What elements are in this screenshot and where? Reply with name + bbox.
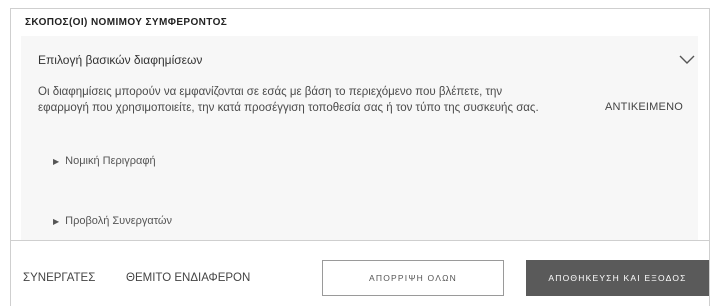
legal-description-expander[interactable]: ▶ Νομική Περιγραφή	[53, 155, 156, 167]
view-partners-label: Προβολή Συνεργατών	[65, 215, 172, 227]
chevron-down-icon[interactable]	[678, 50, 696, 68]
purpose-object-label[interactable]: ΑΝΤΙΚΕΙΜΕΝΟ	[605, 101, 683, 113]
footer-bar: ΣΥΝΕΡΓΑΤΕΣ ΘΕΜΙΤΟ ΕΝΔΙΑΦΕΡΟΝ ΑΠΟΡΡΙΨΗ ΟΛ…	[10, 240, 710, 306]
caret-right-icon: ▶	[53, 156, 60, 166]
purpose-card: Επιλογή βασικών διαφημίσεων Οι διαφημίσε…	[21, 36, 698, 242]
partners-link[interactable]: ΣΥΝΕΡΓΑΤΕΣ	[23, 272, 95, 284]
purposes-panel: ΣΚΟΠΟΣ(ΟΙ) ΝΟΜΙΜΟΥ ΣΥΜΦΕΡΟΝΤΟΣ Επιλογή β…	[10, 8, 710, 242]
legal-description-label: Νομική Περιγραφή	[65, 155, 156, 167]
caret-right-icon: ▶	[53, 216, 60, 226]
purpose-title: Επιλογή βασικών διαφημίσεων	[38, 53, 203, 67]
view-partners-expander[interactable]: ▶ Προβολή Συνεργατών	[53, 215, 172, 227]
section-title: ΣΚΟΠΟΣ(ΟΙ) ΝΟΜΙΜΟΥ ΣΥΜΦΕΡΟΝΤΟΣ	[25, 17, 228, 28]
reject-all-button[interactable]: ΑΠΟΡΡΙΨΗ ΟΛΩΝ	[322, 260, 504, 296]
legitimate-interest-link[interactable]: ΘΕΜΙΤΟ ΕΝΔΙΑΦΕΡΟΝ	[126, 272, 250, 284]
save-and-exit-button[interactable]: ΑΠΟΘΗΚΕΥΣΗ ΚΑΙ ΕΞΟΔΟΣ	[526, 260, 709, 296]
purpose-description: Οι διαφημίσεις μπορούν να εμφανίζονται σ…	[38, 86, 539, 114]
